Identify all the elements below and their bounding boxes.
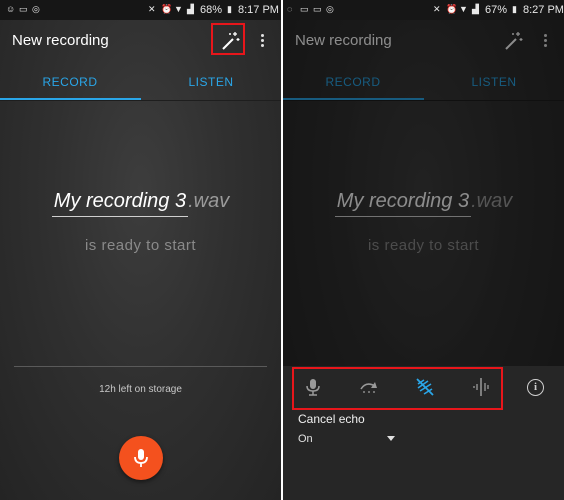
overflow-menu-icon[interactable] bbox=[256, 32, 268, 52]
microphone-icon bbox=[134, 449, 148, 467]
recording-name[interactable]: My recording 3 bbox=[51, 190, 189, 217]
laptop-icon: ▭ bbox=[19, 4, 28, 14]
clock: 8:27 PM bbox=[523, 4, 564, 16]
divider bbox=[0, 100, 281, 101]
alarm-icon: ⏰ bbox=[446, 4, 458, 14]
status-bar: ◌ ▭ ▭ ◎ ✕ ⏰ ▼ ▟ 67% ▮ 8:27 PM bbox=[283, 0, 564, 20]
tab-record[interactable]: RECORD bbox=[0, 64, 140, 100]
battery-icon: ▮ bbox=[227, 4, 232, 14]
signal-icon: ▟ bbox=[187, 4, 194, 14]
redo-icon[interactable] bbox=[358, 376, 380, 398]
ready-status: is ready to start bbox=[84, 237, 197, 254]
info-icon[interactable]: i bbox=[527, 379, 544, 396]
battery-percent: 67% bbox=[485, 4, 508, 16]
cancel-echo-icon[interactable] bbox=[414, 376, 436, 398]
tab-listen[interactable]: LISTEN bbox=[141, 64, 281, 100]
noise-filter-icon[interactable] bbox=[470, 376, 492, 398]
status-bar: ☺ ▭ ◎ ✕ ⏰ ▼ ▟ 68% ▮ 8:17 PM bbox=[0, 0, 281, 20]
battery-percent: 68% bbox=[200, 4, 223, 16]
laptop-icon: ▭ bbox=[300, 4, 309, 14]
notification-icon: ☺ bbox=[6, 4, 16, 14]
battery-icon: ▮ bbox=[512, 4, 517, 14]
recording-extension: .wav bbox=[188, 190, 230, 212]
signal-icon: ▟ bbox=[472, 4, 479, 14]
effect-label: Cancel echo bbox=[298, 412, 365, 426]
wifi-icon: ▼ bbox=[459, 4, 468, 14]
mute-icon: ✕ bbox=[433, 4, 441, 14]
left-screen: ☺ ▭ ◎ ✕ ⏰ ▼ ▟ 68% ▮ 8:17 PM New recordin… bbox=[0, 0, 281, 500]
media-icon: ◎ bbox=[326, 4, 334, 14]
mute-icon: ✕ bbox=[148, 4, 156, 14]
divider bbox=[14, 366, 267, 367]
record-button[interactable] bbox=[119, 436, 163, 480]
effect-value-dropdown[interactable]: On bbox=[298, 433, 313, 445]
dim-overlay bbox=[283, 20, 564, 366]
dropdown-arrow-icon[interactable] bbox=[387, 436, 395, 441]
alarm-icon: ⏰ bbox=[161, 4, 173, 14]
laptop-icon: ▭ bbox=[313, 4, 322, 14]
microphone-gain-icon[interactable] bbox=[302, 376, 324, 398]
recording-filename: My recording 3 .wav bbox=[0, 190, 281, 217]
tab-bar: RECORD LISTEN bbox=[0, 64, 281, 100]
page-title: New recording bbox=[12, 32, 109, 49]
whatsapp-icon: ◌ bbox=[287, 4, 293, 14]
wifi-icon: ▼ bbox=[174, 4, 183, 14]
clock: 8:17 PM bbox=[238, 4, 279, 16]
storage-remaining: 12h left on storage bbox=[99, 384, 182, 395]
highlight-box bbox=[211, 23, 245, 55]
media-icon: ◎ bbox=[32, 4, 40, 14]
